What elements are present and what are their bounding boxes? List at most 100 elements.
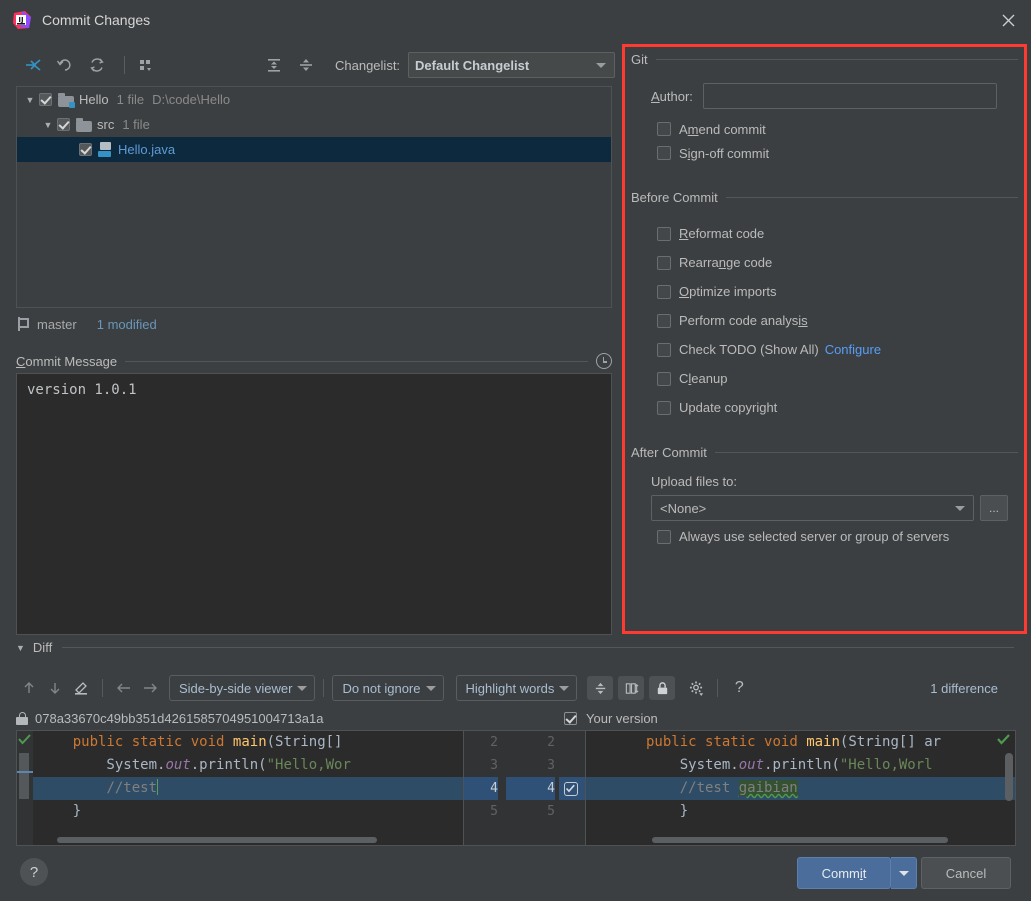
right-code-pane[interactable]: public static void main(String[] ar Syst…	[586, 731, 1015, 845]
perform-code-analysis-checkbox[interactable]	[657, 313, 671, 328]
git-branch-icon	[16, 317, 30, 331]
changelist-dropdown[interactable]: Default Changelist	[408, 52, 616, 78]
check-todo-row[interactable]: Check TODO (Show All) Configure	[625, 335, 1024, 364]
author-input[interactable]	[702, 83, 997, 109]
always-use-server-row[interactable]: Always use selected server or group of s…	[625, 529, 1024, 544]
lock-icon[interactable]	[649, 676, 676, 700]
reformat-code-checkbox[interactable]	[657, 226, 671, 241]
tree-checkbox[interactable]	[39, 93, 52, 106]
sign-off-commit-checkbox[interactable]	[657, 146, 671, 160]
chevron-down-icon[interactable]: ▼	[39, 120, 57, 130]
help-button[interactable]: ?	[20, 858, 48, 886]
arrow-up-icon[interactable]	[16, 675, 42, 701]
tree-row[interactable]: ▼ src 1 file	[17, 112, 611, 137]
author-mnemonic: A	[651, 88, 660, 104]
changelist-label-text: Changelist:	[335, 57, 401, 73]
update-copyright-checkbox[interactable]	[657, 400, 671, 415]
code-line: //test gaibian	[586, 777, 1015, 800]
pencil-icon[interactable]	[68, 675, 94, 701]
show-diff-icon[interactable]	[20, 52, 46, 78]
rearrange-code-checkbox[interactable]	[657, 255, 671, 270]
viewer-mode-dropdown[interactable]: Side-by-side viewer	[169, 675, 316, 701]
diff-toolbar: Side-by-side viewer Do not ignore Highli…	[16, 672, 1016, 704]
diff-section-header: ▼ Diff	[16, 640, 1014, 655]
tree-checkbox[interactable]	[79, 143, 92, 156]
chevron-down-icon[interactable]: ▼	[21, 95, 39, 105]
cancel-button[interactable]: Cancel	[921, 857, 1011, 889]
code-line: }	[39, 803, 82, 819]
always-use-server-checkbox[interactable]	[657, 529, 671, 544]
upload-target-row: <None> ...	[625, 495, 1024, 521]
right-accept-gutter[interactable]	[559, 731, 585, 845]
clock-history-icon[interactable]	[596, 353, 612, 369]
commit-message-header: Commit Message	[16, 353, 612, 369]
left-code-pane[interactable]: public static void main(String[] System.…	[33, 731, 463, 845]
diff-viewer[interactable]: public static void main(String[] System.…	[16, 730, 1016, 846]
question-icon[interactable]: ?	[726, 675, 752, 701]
code-line: System.out.println("Hello,Worl	[646, 757, 933, 773]
revert-icon[interactable]	[52, 52, 78, 78]
close-icon[interactable]	[985, 0, 1031, 40]
changes-tree[interactable]: ▼ Hello 1 file D:\code\Hello ▼ src 1 fil…	[16, 86, 612, 308]
tree-node-path: D:\code\Hello	[152, 92, 231, 107]
perform-code-analysis-row[interactable]: Perform code analysis	[625, 306, 1024, 335]
tree-row[interactable]: ▼ Hello 1 file D:\code\Hello	[17, 87, 611, 112]
cleanup-row[interactable]: Cleanup	[625, 364, 1024, 393]
tree-checkbox[interactable]	[57, 118, 70, 131]
arrow-right-icon[interactable]	[137, 675, 163, 701]
ignore-mode-dropdown[interactable]: Do not ignore	[332, 675, 444, 701]
commit-button-label: Commit	[821, 865, 867, 881]
your-version-wrap[interactable]: Your version	[564, 711, 658, 726]
accept-change-icon[interactable]	[564, 782, 578, 796]
right-vertical-scrollbar[interactable]	[1005, 753, 1013, 801]
sign-off-commit-row[interactable]: Sign-off commit	[625, 141, 1024, 165]
center-change-gutter[interactable]	[506, 731, 535, 845]
arrow-left-icon[interactable]	[111, 675, 137, 701]
changes-toolbar: Changelist: Default Changelist	[0, 46, 616, 84]
tree-node-label: Hello	[79, 92, 109, 107]
left-horizontal-scrollbar[interactable]	[57, 837, 377, 843]
left-change-gutter[interactable]	[17, 731, 33, 845]
intellij-idea-logo-icon: IJ	[12, 10, 32, 30]
upload-server-dropdown[interactable]: <None>	[651, 495, 974, 521]
refresh-icon[interactable]	[84, 52, 110, 78]
highlight-mode-dropdown[interactable]: Highlight words	[455, 675, 578, 701]
browse-servers-button[interactable]: ...	[980, 495, 1008, 521]
optimize-imports-row[interactable]: Optimize imports	[625, 277, 1024, 306]
tree-row[interactable]: Hello.java	[17, 137, 611, 162]
toolbar-separator	[124, 56, 125, 74]
change-range-marker	[19, 753, 29, 799]
commit-message-input[interactable]: version 1.0.1	[16, 373, 612, 635]
title-bar: IJ Commit Changes	[0, 0, 1031, 40]
accept-change-icon[interactable]	[18, 733, 31, 746]
amend-commit-row[interactable]: Amend commit	[625, 117, 1024, 141]
arrow-down-icon[interactable]	[42, 675, 68, 701]
chevron-down-icon[interactable]: ▼	[16, 643, 25, 653]
collapse-all-icon[interactable]	[293, 52, 319, 78]
optimize-imports-checkbox[interactable]	[657, 284, 671, 299]
group-by-icon[interactable]	[133, 52, 159, 78]
code-line: //test	[33, 777, 463, 800]
update-copyright-row[interactable]: Update copyright	[625, 393, 1024, 422]
chevron-down-icon	[955, 506, 965, 511]
check-todo-checkbox[interactable]	[657, 342, 671, 357]
your-version-checkbox[interactable]	[564, 711, 577, 725]
accept-change-icon[interactable]	[997, 733, 1010, 746]
commit-dropdown-button[interactable]	[891, 857, 917, 889]
right-horizontal-scrollbar[interactable]	[652, 837, 948, 843]
chevron-down-icon	[425, 686, 436, 691]
reformat-code-row[interactable]: Reformat code	[625, 219, 1024, 248]
amend-commit-checkbox[interactable]	[657, 122, 671, 136]
author-label-rest: uthor:	[659, 88, 693, 104]
gear-icon[interactable]	[683, 675, 709, 701]
configure-link[interactable]: Configure	[825, 342, 881, 357]
cleanup-checkbox[interactable]	[657, 371, 671, 386]
rearrange-code-row[interactable]: Rearrange code	[625, 248, 1024, 277]
expand-all-icon[interactable]	[261, 52, 287, 78]
commit-button-mnemonic: i	[859, 865, 863, 881]
synchronize-scroll-icon[interactable]	[618, 676, 645, 700]
collapse-unchanged-icon[interactable]	[587, 676, 614, 700]
difference-count: 1 difference	[930, 680, 998, 696]
cleanup-mnemonic: l	[688, 371, 692, 386]
commit-button[interactable]: Commit	[797, 857, 891, 889]
